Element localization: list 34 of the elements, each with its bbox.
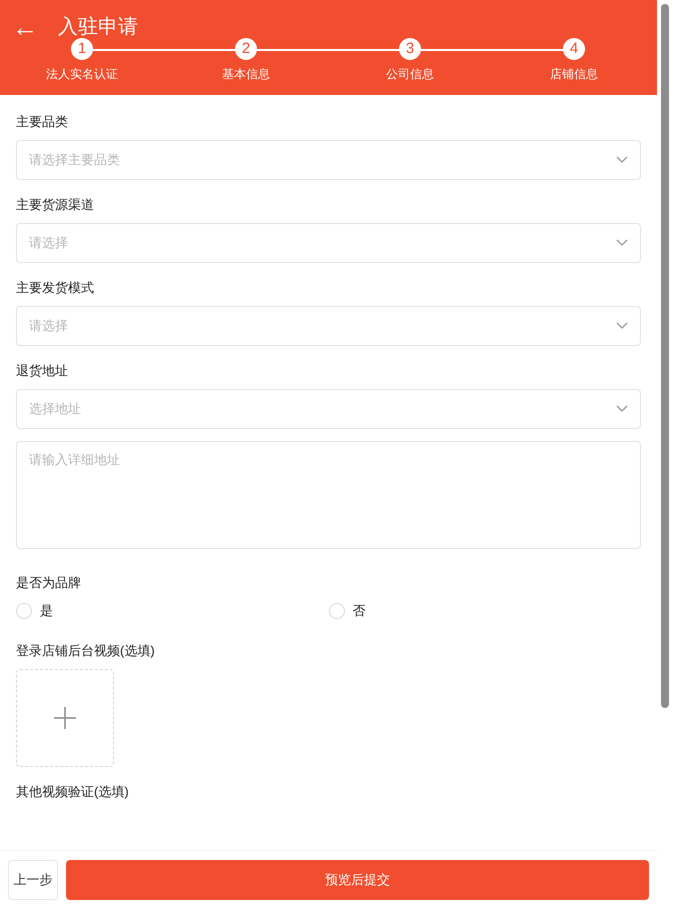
field-label: 是否为品牌 <box>16 574 82 592</box>
step-number: 2 <box>235 38 257 60</box>
back-button[interactable]: ← <box>12 12 38 42</box>
chevron-down-icon <box>616 156 628 164</box>
step-label: 公司信息 <box>386 66 434 83</box>
page-title: 入驻申请 <box>58 15 138 40</box>
plus-icon <box>53 706 77 730</box>
radio-button[interactable] <box>16 602 32 619</box>
field-label: 主要品类 <box>16 113 69 131</box>
select-field[interactable]: 请选择主要品类 <box>16 140 641 180</box>
upload-button[interactable] <box>16 668 114 766</box>
step-number: 1 <box>71 38 93 60</box>
radio-label: 否 <box>352 602 366 620</box>
field-label: 登录店铺后台视频(选填) <box>16 642 156 660</box>
submit-button[interactable]: 预览后提交 <box>66 860 649 900</box>
previous-step-button[interactable]: 上一步 <box>8 860 58 900</box>
step-label: 法人实名认证 <box>46 66 118 83</box>
radio-label: 是 <box>40 602 53 620</box>
chevron-down-icon <box>616 405 628 413</box>
field-label: 主要发货模式 <box>16 279 95 297</box>
field-label: 主要货源渠道 <box>16 196 95 214</box>
step-label: 基本信息 <box>222 66 270 83</box>
radio-button[interactable] <box>328 602 344 619</box>
select-field[interactable]: 选择地址 <box>16 389 641 429</box>
step-number: 4 <box>563 38 585 60</box>
select-field[interactable]: 请选择 <box>16 306 641 346</box>
chevron-down-icon <box>616 322 628 330</box>
select-field[interactable]: 请选择 <box>16 223 641 263</box>
step-number: 3 <box>399 38 421 60</box>
address-textarea[interactable]: 请输入详细地址 <box>16 441 641 549</box>
step-label: 店铺信息 <box>550 66 598 83</box>
field-label: 其他视频验证(选填) <box>16 782 130 801</box>
field-label: 退货地址 <box>16 362 69 380</box>
chevron-down-icon <box>616 239 628 247</box>
